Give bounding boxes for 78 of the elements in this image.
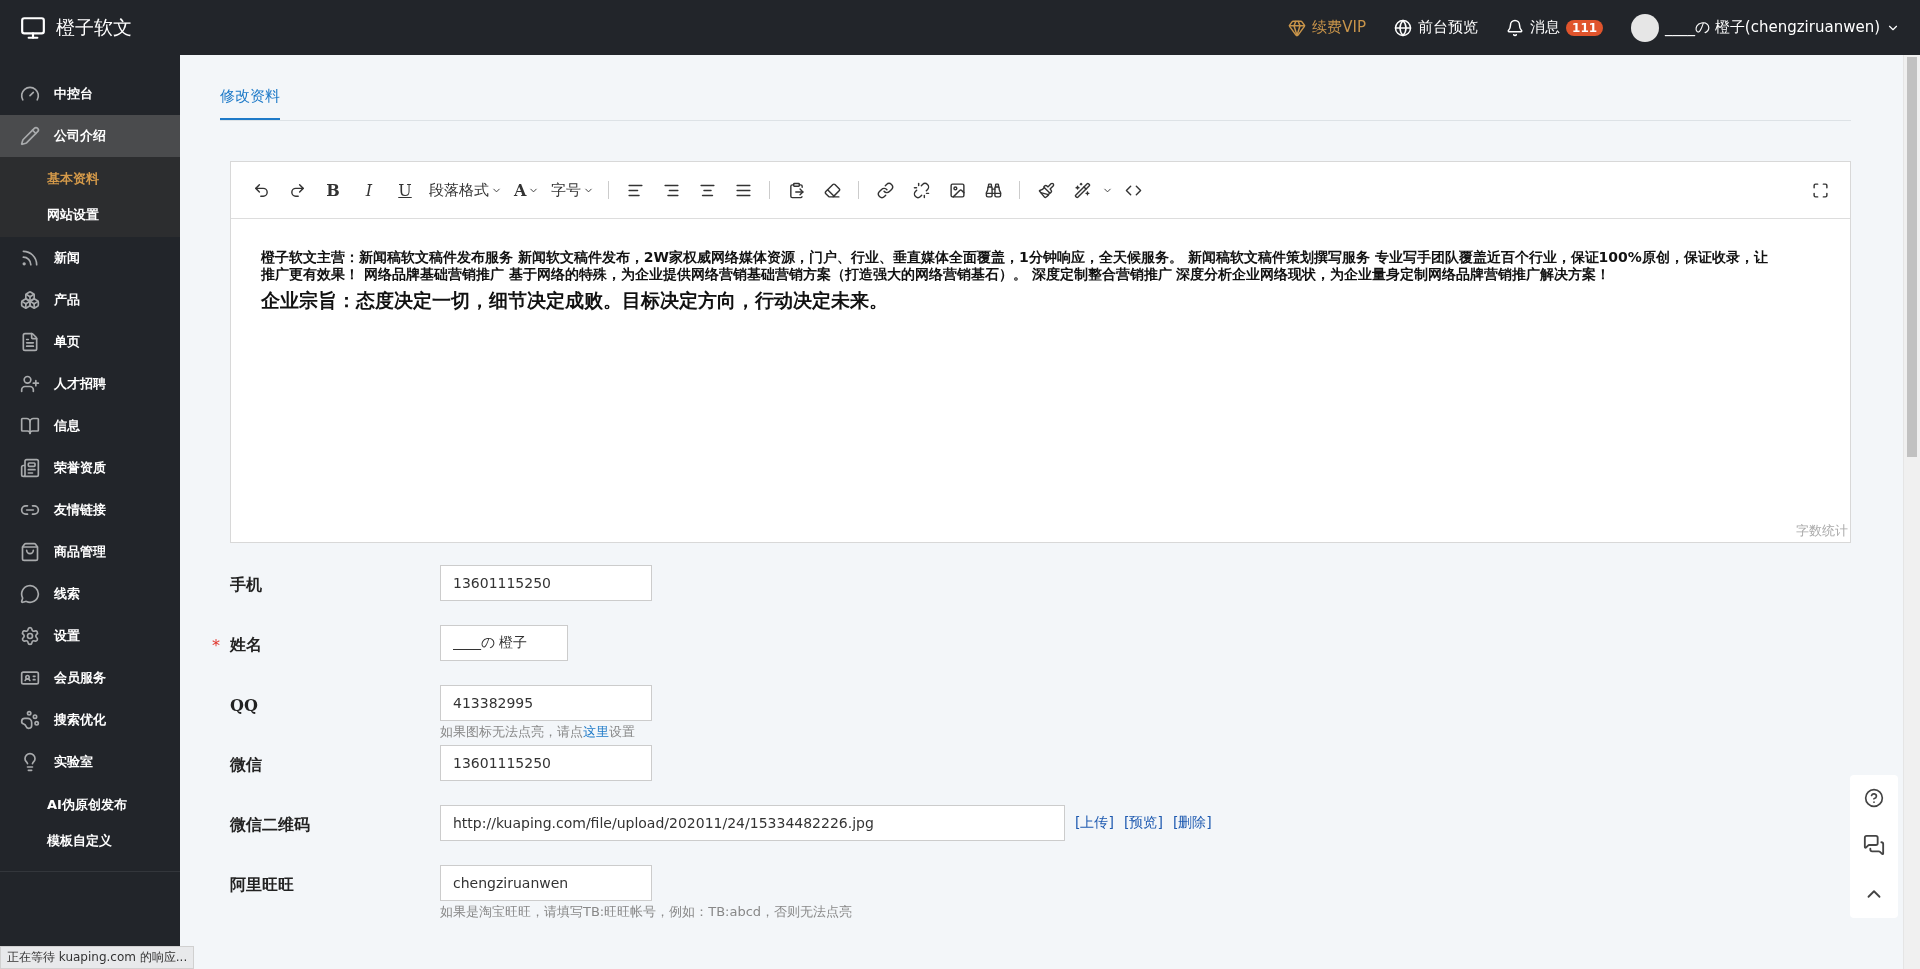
- field-label: 微信二维码: [230, 814, 310, 836]
- user-menu[interactable]: ____の 橙子(chengziruanwen): [1631, 13, 1900, 42]
- status-bar: 正在等待 kuaping.com 的响应...: [0, 946, 195, 969]
- monitor-icon: [20, 14, 46, 41]
- messages-link[interactable]: 消息 111: [1506, 18, 1604, 37]
- settings-link[interactable]: 这里: [583, 724, 609, 739]
- sidebar-item[interactable]: 人才招聘: [0, 363, 180, 405]
- input-field[interactable]: 13601115250: [440, 565, 652, 601]
- cubes-icon: [20, 290, 40, 310]
- page-icon: [20, 332, 40, 352]
- bag-icon: [20, 542, 40, 562]
- field-label: 微信: [230, 754, 262, 776]
- word-count: 字数统计: [1796, 522, 1849, 540]
- avatar: [1631, 13, 1660, 42]
- font-color-dropdown[interactable]: A: [510, 175, 544, 205]
- action-link[interactable]: [删除]: [1172, 814, 1212, 832]
- field-hint: 如果图标无法点亮，请点: [440, 723, 583, 741]
- preview-link[interactable]: 前台预览: [1394, 18, 1479, 37]
- input-field[interactable]: 13601115250: [440, 745, 652, 781]
- id-card-icon: [20, 668, 40, 688]
- required-mark: *: [212, 635, 220, 655]
- field-label: 阿里旺旺: [230, 874, 294, 896]
- paw-icon: [20, 710, 40, 730]
- sidebar-item[interactable]: 商品管理: [0, 531, 180, 573]
- sidebar-subitem[interactable]: AI伪原创发布: [0, 787, 180, 823]
- italic-button[interactable]: I: [353, 175, 385, 205]
- field-label: QQ: [230, 695, 258, 715]
- sidebar-item[interactable]: 产品: [0, 279, 180, 321]
- chat-icon: [20, 584, 40, 604]
- input-field[interactable]: http://kuaping.com/file/upload/202011/24/15334482226.jpg: [440, 805, 1065, 841]
- scrollbar-thumb[interactable]: [1907, 57, 1917, 457]
- settings-icon: [20, 626, 40, 646]
- sidebar-item[interactable]: 搜索优化: [0, 699, 180, 741]
- field-hint: 如果是淘宝旺旺，请填写TB:旺旺帐号，例如：TB:abcd，否则无法点亮: [440, 903, 854, 921]
- book-icon: [20, 416, 40, 436]
- sidebar-item[interactable]: 线索: [0, 573, 180, 615]
- sidebar-subitem[interactable]: 网站设置: [0, 197, 180, 233]
- input-field[interactable]: chengziruanwen: [440, 865, 652, 901]
- help-icon[interactable]: [1864, 788, 1884, 809]
- globe-icon: [1394, 18, 1413, 37]
- user-plus-icon: [20, 374, 40, 394]
- sidebar-subitem[interactable]: 基本资料: [0, 161, 180, 197]
- rich-text-editor[interactable]: [230, 161, 1851, 543]
- sidebar-item[interactable]: 信息: [0, 405, 180, 447]
- editor-paragraph: 企业宗旨：态度决定一切，细节决定成败。目标决定方向，行动决定未来。: [261, 289, 889, 313]
- bell-icon: [1506, 18, 1525, 37]
- font-size-dropdown[interactable]: 字号: [547, 175, 599, 205]
- editor-paragraph: 橙子软文主营：新闻稿软文稿件发布服务 新闻软文稿件发布，2W家权威网络媒体资源，门户、行业、垂直媒体全面覆盖，1分钟响应，全天候服务。 新闻稿软文稿件策划撰写服务 专业写手团队覆盖近百个行业，保证100%原创，保证收录，让推广更有效果！ 网络品牌基础营销推广 基于网络的特殊，为企业提供网络营销基础营销方案（打造强大的网络营销基石）。 深度定制整合营销推广 深度分析企业网络现状，为企业量身定制网络品牌营销推广解决方案！: [261, 249, 1769, 283]
- field-label: 姓名: [230, 634, 262, 656]
- vip-link[interactable]: 续费VIP: [1288, 18, 1367, 37]
- field-label: 手机: [230, 574, 262, 596]
- action-link[interactable]: [预览]: [1123, 814, 1163, 832]
- sidebar-item[interactable]: 单页: [0, 321, 180, 363]
- field-hint: 设置: [609, 723, 635, 741]
- sidebar-item[interactable]: 新闻: [0, 237, 180, 279]
- bold-button[interactable]: B: [317, 175, 349, 205]
- underline-button[interactable]: U: [389, 175, 421, 205]
- paragraph-format-dropdown[interactable]: 段落格式: [425, 175, 506, 205]
- rss-icon: [20, 248, 40, 268]
- pencil-icon: [20, 126, 40, 146]
- sidebar-item[interactable]: 友情链接: [0, 489, 180, 531]
- sidebar-item[interactable]: 会员服务: [0, 657, 180, 699]
- action-link[interactable]: [上传]: [1075, 814, 1114, 832]
- gauge-icon: [20, 84, 40, 104]
- sidebar-item[interactable]: 公司介绍: [0, 115, 180, 157]
- tab[interactable]: 修改资料: [220, 77, 280, 120]
- message-count-badge: 111: [1566, 19, 1604, 36]
- input-field[interactable]: 413382995: [440, 685, 652, 721]
- newspaper-icon: [20, 458, 40, 478]
- sidebar-item[interactable]: 中控台: [0, 73, 180, 115]
- sidebar-item[interactable]: 设置: [0, 615, 180, 657]
- input-field[interactable]: ____の 橙子: [440, 625, 568, 661]
- sidebar-item[interactable]: 实验室: [0, 741, 180, 783]
- sidebar-subitem[interactable]: 模板自定义: [0, 823, 180, 859]
- logo: 橙子软文: [56, 14, 132, 40]
- diamond-icon: [1288, 18, 1307, 37]
- sidebar-item[interactable]: 荣誉资质: [0, 447, 180, 489]
- chat-icon[interactable]: [1863, 834, 1885, 857]
